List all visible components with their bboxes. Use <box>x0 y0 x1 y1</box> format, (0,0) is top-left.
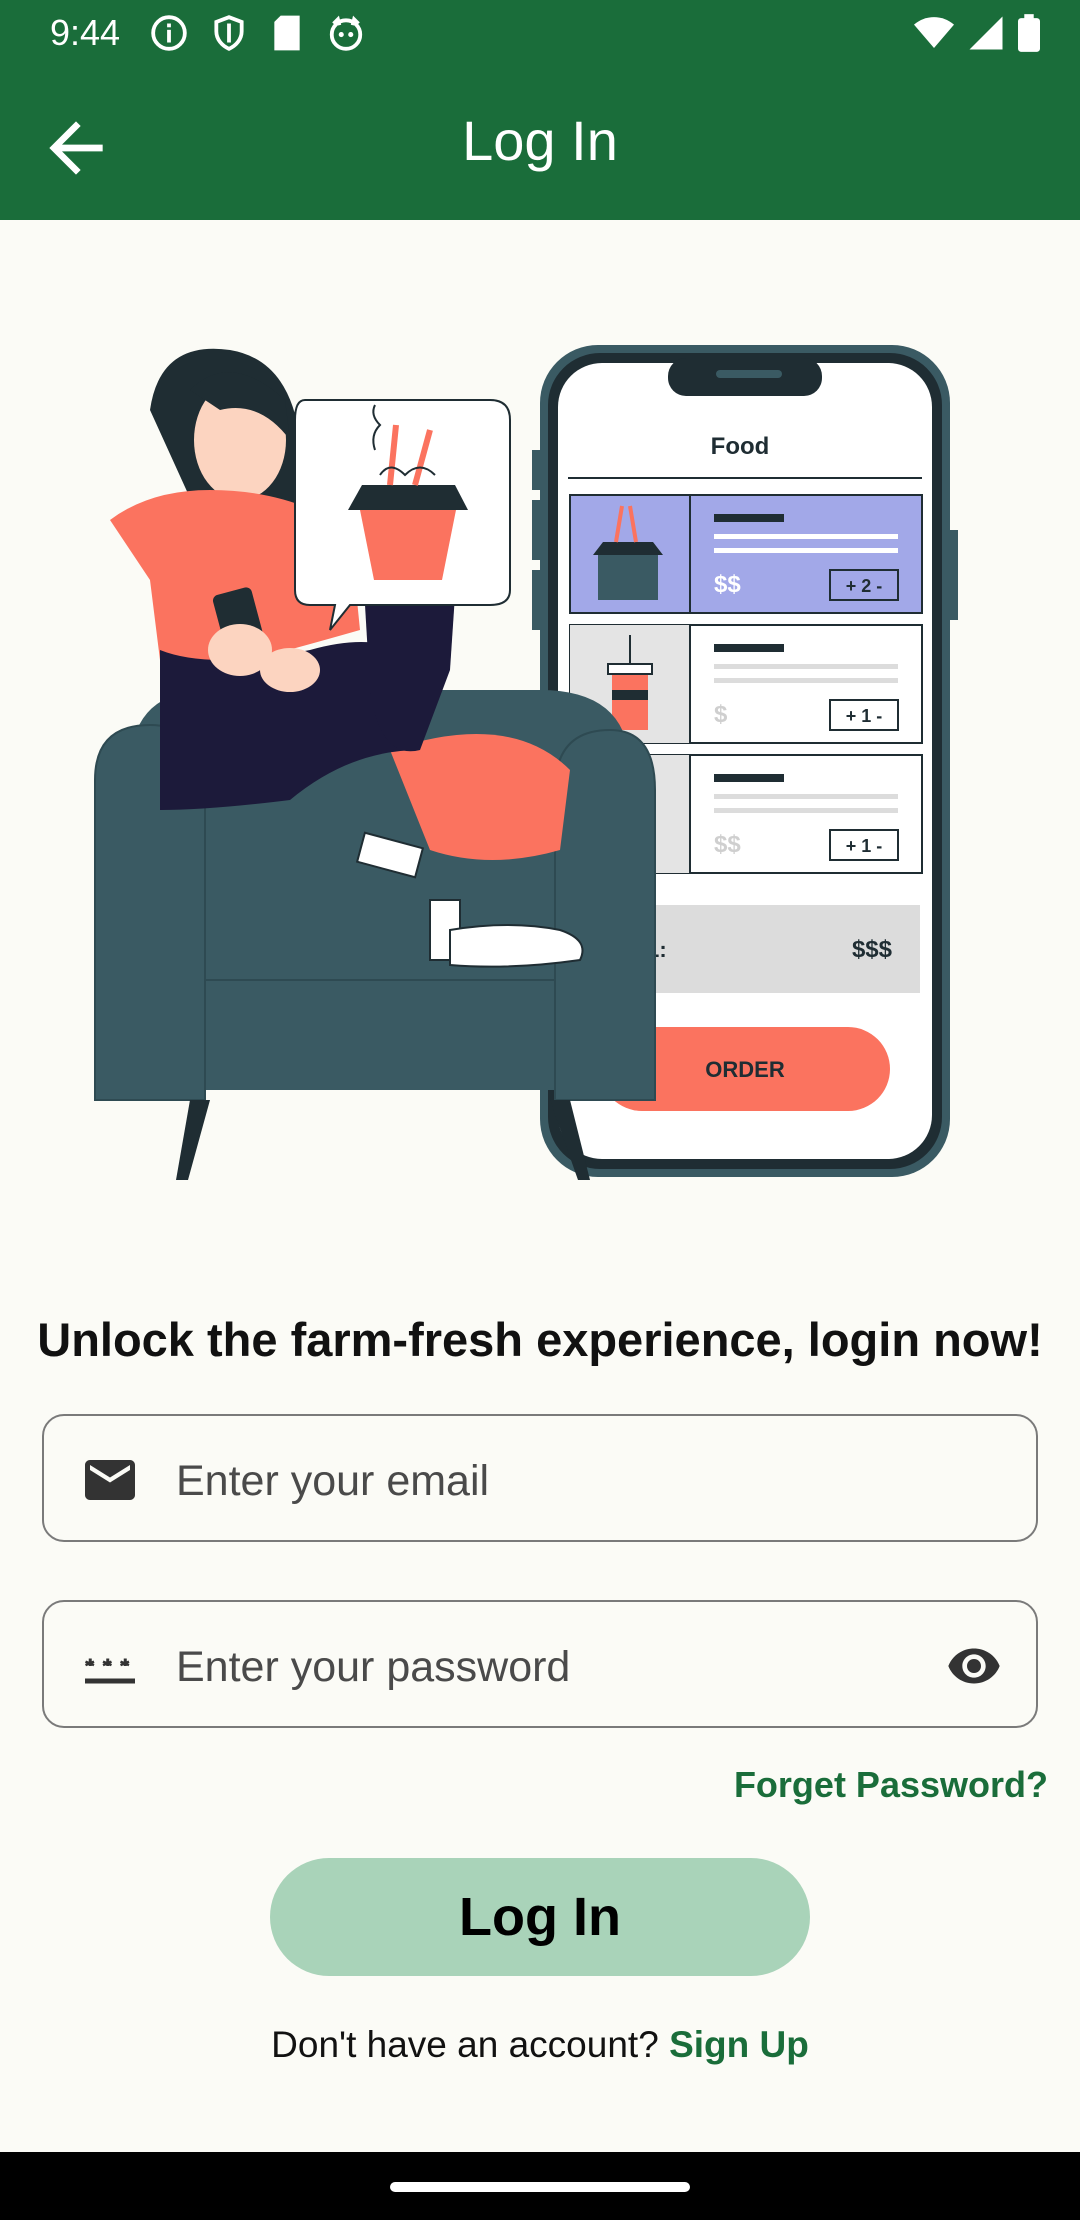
phone-item-2: $ + 1 - <box>569 624 923 744</box>
signup-link[interactable]: Sign Up <box>669 2024 809 2065</box>
signup-prompt: Don't have an account? <box>271 2024 659 2065</box>
svg-text:+ 1 -: + 1 - <box>846 706 883 726</box>
signal-icon <box>969 16 1003 50</box>
phone-item-1: $$ + 2 - <box>569 494 923 614</box>
cat-icon <box>329 15 363 51</box>
food-speech-bubble <box>294 399 511 631</box>
svg-text:+ 2 -: + 2 - <box>846 576 883 596</box>
svg-text:$$: $$ <box>714 571 741 598</box>
svg-text:$: $ <box>714 701 728 728</box>
system-nav-bar <box>0 2152 1080 2220</box>
status-time: 9:44 <box>50 12 121 53</box>
svg-text:$$$: $$$ <box>852 936 893 963</box>
sd-card-icon <box>274 15 300 51</box>
password-input[interactable] <box>174 1638 916 1696</box>
home-indicator[interactable] <box>390 2182 690 2192</box>
app-bar: Log In <box>0 68 1080 220</box>
email-field[interactable] <box>42 1414 1038 1542</box>
page-title: Log In <box>462 109 618 172</box>
password-icon <box>85 1658 135 1684</box>
svg-text:ORDER: ORDER <box>705 1057 785 1082</box>
mail-icon <box>85 1460 135 1500</box>
status-icons-right <box>914 14 1040 52</box>
svg-text:$$: $$ <box>714 831 741 858</box>
password-field[interactable] <box>42 1600 1038 1728</box>
svg-text:+ 1 -: + 1 - <box>846 836 883 856</box>
status-icons-left <box>150 14 366 52</box>
login-button[interactable]: Log In <box>270 1858 810 1976</box>
battery-icon <box>1018 14 1040 52</box>
status-bar: 9:44 <box>0 0 1080 68</box>
signup-row: Don't have an account? Sign Up <box>0 2024 1080 2066</box>
forgot-password-link[interactable]: Forget Password? <box>734 1764 1048 1806</box>
login-headline: Unlock the farm-fresh experience, login … <box>37 1313 1043 1366</box>
hero-illustration: Food $$ + 2 - $ + 1 - $$ + 1 - $$$ ORDER <box>94 345 958 1180</box>
info-icon <box>151 15 187 51</box>
shield-icon <box>214 15 244 51</box>
wifi-icon <box>914 17 954 48</box>
phone-header: Food <box>711 433 770 460</box>
eye-icon[interactable] <box>944 1638 1004 1694</box>
email-input[interactable] <box>174 1452 916 1510</box>
